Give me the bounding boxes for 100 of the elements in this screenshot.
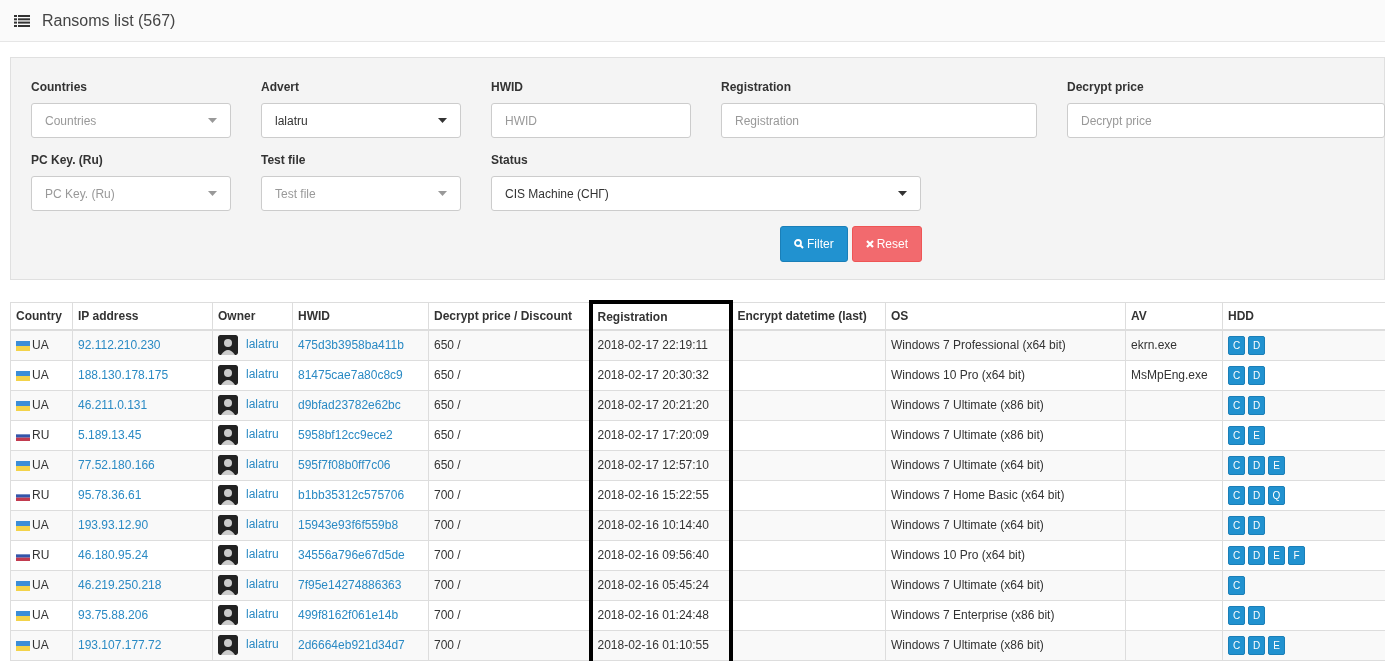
flag-icon (16, 580, 30, 591)
table-cell: 2018-02-16 05:45:24 (590, 570, 731, 600)
drive-button[interactable]: D (1248, 545, 1265, 565)
field-label: Countries (31, 79, 88, 96)
drive-button[interactable]: C (1228, 605, 1245, 625)
input-field[interactable]: Registration (721, 103, 1037, 138)
table-cell: Windows 7 Ultimate (x64 bit) (885, 510, 1126, 540)
flag-icon (16, 610, 30, 621)
table-cell: Windows 7 Home Basic (x64 bit) (885, 480, 1126, 510)
table-cell: Windows 7 Ultimate (x64 bit) (885, 570, 1126, 600)
table-cell: 2018-02-17 20:21:20 (590, 390, 731, 420)
drive-button[interactable]: C (1228, 335, 1245, 355)
filter-button[interactable]: Filter (779, 226, 848, 262)
input-field[interactable]: Decrypt price (1067, 103, 1385, 138)
drive-button[interactable]: D (1248, 455, 1265, 475)
drive-button[interactable]: D (1248, 605, 1265, 625)
drive-button[interactable]: C (1228, 365, 1245, 385)
field-label: Test file (261, 152, 307, 169)
flag-icon (16, 640, 30, 651)
field-label: PC Key. (Ru) (31, 152, 104, 169)
table-cell: Windows 7 Enterprise (x86 bit) (885, 600, 1126, 630)
flag-icon (16, 400, 30, 411)
table-cell: ekrn.exe (1125, 330, 1223, 360)
select-field[interactable]: Test file (261, 176, 461, 211)
table-cell: RU (10, 420, 73, 450)
table-cell: Windows 7 Ultimate (x86 bit) (885, 630, 1126, 660)
drive-button[interactable]: C (1228, 425, 1245, 445)
table-cell: Windows 7 Ultimate (x86 bit) (885, 420, 1126, 450)
drive-button[interactable]: E (1268, 545, 1285, 565)
drive-button[interactable]: E (1268, 455, 1285, 475)
table-cell: 2018-02-17 22:19:11 (590, 330, 731, 360)
table-cell: RU (10, 540, 73, 570)
avatar-icon (218, 455, 238, 475)
drive-button[interactable]: F (1288, 545, 1305, 565)
avatar-icon (218, 605, 238, 625)
select-field[interactable]: CIS Machine (СНГ) (491, 176, 921, 211)
avatar-icon (218, 395, 238, 415)
select-field[interactable]: lalatru (261, 103, 461, 138)
table-cell: UA (10, 630, 73, 660)
field-label: Registration (721, 79, 792, 96)
drive-button[interactable]: E (1248, 425, 1265, 445)
table-cell: Windows 7 Professional (x64 bit) (885, 330, 1126, 360)
avatar-icon (218, 545, 238, 565)
drive-button[interactable]: C (1228, 545, 1245, 565)
field-label: Advert (261, 79, 300, 96)
avatar-icon (218, 485, 238, 505)
close-icon (865, 240, 874, 248)
caret-icon (438, 118, 447, 123)
table-cell: 2018-02-16 10:14:40 (590, 510, 731, 540)
avatar-icon (218, 515, 238, 535)
table-cell: MsMpEng.exe (1125, 360, 1223, 390)
table-cell: Windows 7 Ultimate (x86 bit) (885, 390, 1126, 420)
drive-button[interactable]: C (1228, 515, 1245, 535)
drive-button[interactable]: D (1248, 485, 1265, 505)
drive-button[interactable]: C (1228, 395, 1245, 415)
drive-button[interactable]: E (1268, 635, 1285, 655)
table-cell: UA (10, 600, 73, 630)
table-cell: Windows 10 Pro (x64 bit) (885, 360, 1126, 390)
drive-button[interactable]: C (1228, 635, 1245, 655)
drive-button[interactable]: D (1248, 365, 1265, 385)
table-cell: UA (10, 450, 73, 480)
drive-button[interactable]: D (1248, 395, 1265, 415)
table-cell: Windows 7 Ultimate (x64 bit) (885, 450, 1126, 480)
field-label: HWID (491, 79, 524, 96)
table-cell: UA (10, 360, 73, 390)
drive-button[interactable]: Q (1268, 485, 1285, 505)
menu-icon (14, 14, 30, 27)
caret-icon (438, 191, 447, 196)
select-field[interactable]: Countries (31, 103, 231, 138)
caret-icon (208, 191, 217, 196)
avatar-icon (218, 425, 238, 445)
drive-button[interactable]: D (1248, 335, 1265, 355)
field-label: Decrypt price (1067, 79, 1145, 96)
field-label: Status (491, 152, 529, 169)
page-title: Ransoms list (567) (42, 10, 176, 31)
table-cell: UA (10, 390, 73, 420)
select-field[interactable]: PC Key. (Ru) (31, 176, 231, 211)
search-icon (793, 239, 804, 249)
table-cell: UA (10, 570, 73, 600)
table-cell: 2018-02-17 12:57:10 (590, 450, 731, 480)
drive-button[interactable]: C (1228, 575, 1245, 595)
drive-button[interactable]: D (1248, 515, 1265, 535)
table-cell: UA (10, 330, 73, 360)
input-field[interactable]: HWID (491, 103, 691, 138)
table-cell: 2018-02-16 01:10:55 (590, 630, 731, 660)
flag-icon (16, 460, 30, 471)
flag-icon (16, 341, 30, 352)
reset-button[interactable]: Reset (851, 226, 922, 262)
caret-icon (208, 118, 217, 123)
drive-button[interactable]: C (1228, 455, 1245, 475)
table-cell: Windows 10 Pro (x64 bit) (885, 540, 1126, 570)
table-cell: RU (10, 480, 73, 510)
avatar-icon (218, 635, 238, 655)
avatar-icon (218, 365, 238, 385)
flag-icon (16, 370, 30, 381)
table-cell: UA (10, 510, 73, 540)
avatar-icon (218, 335, 238, 356)
drive-button[interactable]: D (1248, 635, 1265, 655)
drive-button[interactable]: C (1228, 485, 1245, 505)
caret-icon (898, 191, 907, 196)
